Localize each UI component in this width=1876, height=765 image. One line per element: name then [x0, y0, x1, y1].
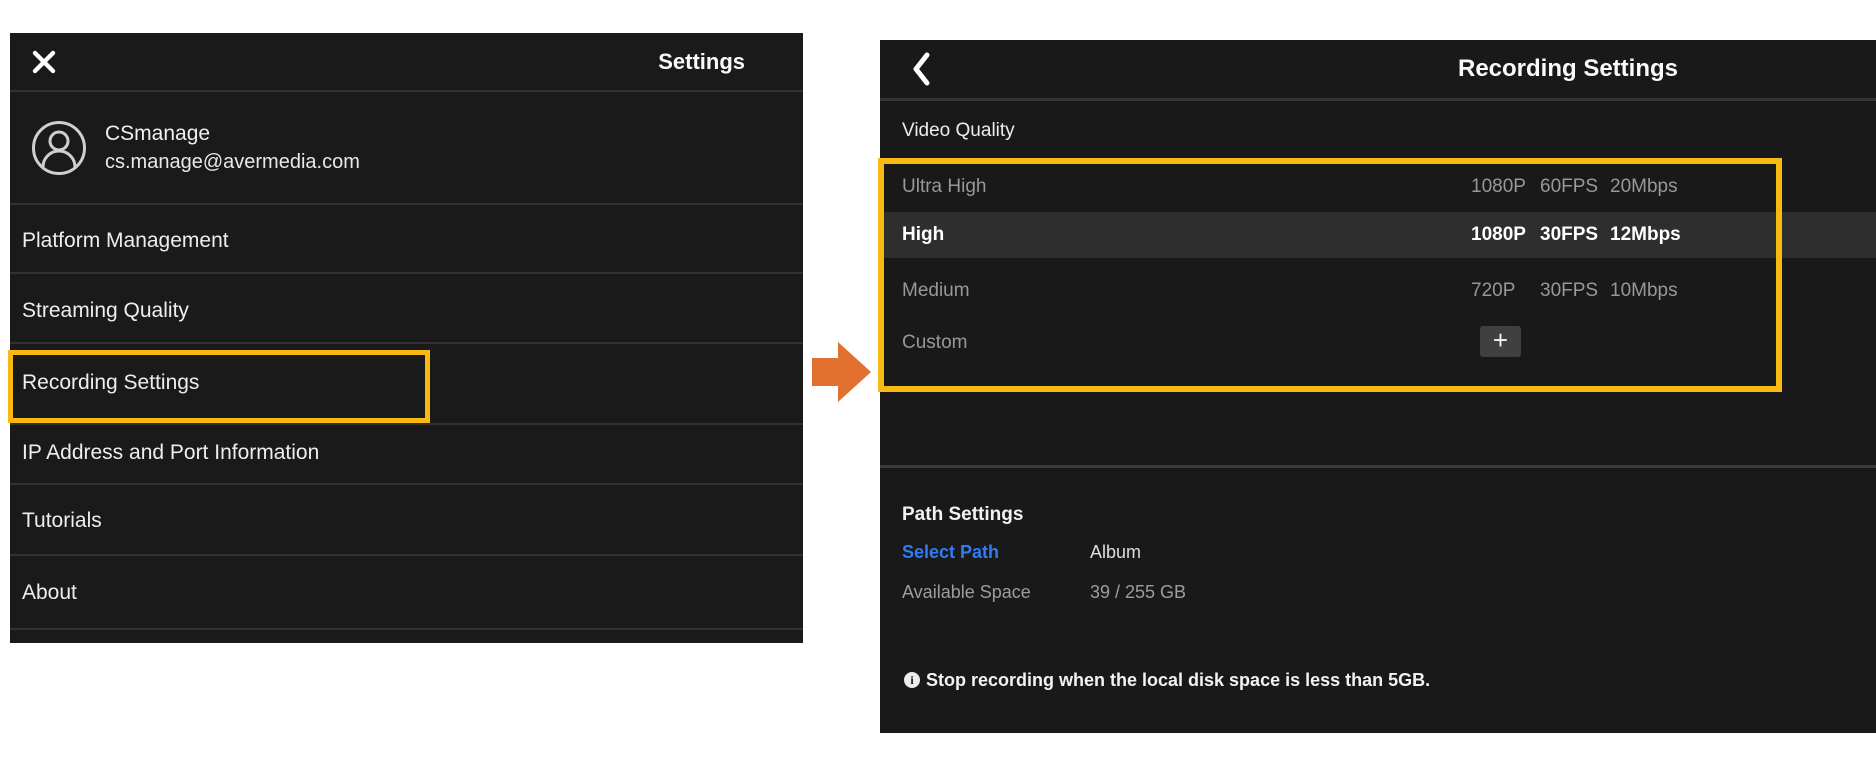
select-path-value: Album [1090, 542, 1141, 563]
back-chevron-icon[interactable] [912, 52, 930, 86]
sidebar-item-streaming-quality[interactable]: Streaming Quality [22, 300, 791, 321]
section-divider [880, 465, 1876, 468]
annotation-highlight-recording-settings [8, 350, 430, 423]
select-path-link[interactable]: Select Path [902, 542, 999, 563]
annotation-arrow-icon [812, 341, 872, 403]
recording-settings-header: Recording Settings [880, 40, 1876, 98]
avatar-icon [31, 120, 87, 176]
account-email: cs.manage@avermedia.com [105, 151, 360, 174]
divider [10, 342, 803, 344]
settings-header: Settings [10, 33, 803, 90]
divider [10, 628, 803, 630]
sidebar-item-tutorials[interactable]: Tutorials [22, 510, 791, 531]
path-settings-label: Path Settings [902, 504, 1023, 526]
video-quality-label: Video Quality [902, 120, 1015, 142]
divider [10, 90, 803, 92]
divider [880, 98, 1876, 101]
available-space-label: Available Space [902, 582, 1031, 603]
info-icon: i [904, 672, 920, 688]
page-title: Recording Settings [1458, 40, 1678, 98]
close-icon[interactable] [32, 50, 56, 74]
settings-title: Settings [658, 33, 745, 90]
disk-space-note: Stop recording when the local disk space… [926, 670, 1430, 691]
account-name: CSmanage [105, 122, 210, 146]
sidebar-item-about[interactable]: About [22, 582, 791, 603]
screenshot-root: Settings CSmanage cs.manage@avermedia.co… [0, 0, 1876, 765]
settings-panel: Settings CSmanage cs.manage@avermedia.co… [10, 33, 803, 643]
divider [10, 554, 803, 556]
sidebar-item-ip-address-port[interactable]: IP Address and Port Information [22, 442, 791, 463]
divider [10, 203, 803, 205]
divider [10, 483, 803, 485]
annotation-highlight-quality-options [878, 158, 1782, 392]
divider [10, 423, 803, 425]
divider [10, 272, 803, 274]
sidebar-item-platform-management[interactable]: Platform Management [22, 230, 791, 251]
available-space-value: 39 / 255 GB [1090, 582, 1186, 603]
